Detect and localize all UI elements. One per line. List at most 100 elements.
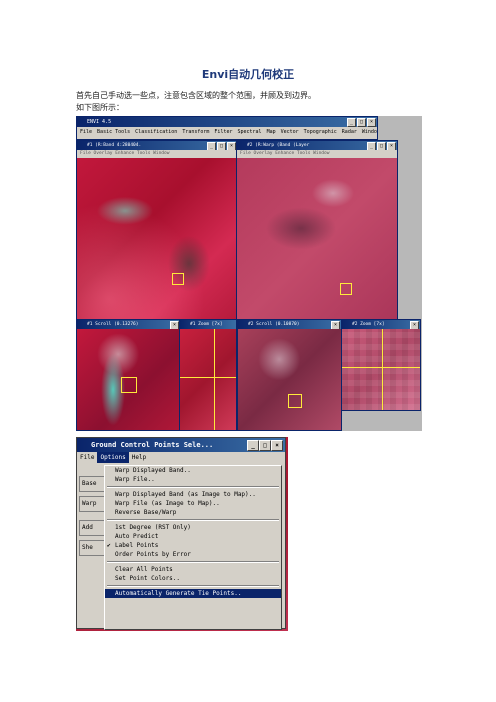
close-icon[interactable]: ×	[367, 118, 376, 127]
options-menu-item[interactable]: Order Points by Error	[105, 550, 281, 559]
menu-separator	[107, 585, 279, 587]
gcp-screenshot: Ground Control Points Sele... _ □ × File…	[76, 437, 288, 631]
options-menu-label: Warp File..	[115, 476, 155, 483]
maximize-icon[interactable]: □	[217, 142, 226, 150]
options-menu-item[interactable]: ✔ Label Points	[105, 541, 281, 550]
zoom2-title: #2 Zoom [7x]	[352, 322, 385, 327]
gcp-menu-bar: File Options Help	[77, 452, 285, 463]
zoom-box[interactable]	[121, 377, 137, 393]
zoom-box[interactable]	[340, 283, 352, 295]
options-menu-item[interactable]: Automatically Generate Tie Points..	[105, 589, 281, 598]
menu-help[interactable]: Help	[129, 452, 149, 463]
zoom1-window: #1 Zoom [7x]	[179, 319, 237, 431]
options-menu-item[interactable]: Auto Predict	[105, 532, 281, 541]
options-menu-label: Order Points by Error	[115, 551, 191, 558]
options-menu-label: Set Point Colors..	[115, 575, 181, 582]
crosshair-horizontal	[342, 367, 420, 368]
gcp-title: Ground Control Points Sele...	[91, 441, 214, 449]
display1-image-window: #1 (R:Band 4:280404. _ □ × File Overlay En…	[76, 140, 238, 335]
display1-menu: File Overlay Enhance Tools Window	[80, 151, 170, 156]
options-menu-label: Clear All Points	[115, 566, 173, 573]
options-menu-label: 1st Degree (RST Only)	[115, 524, 191, 531]
close-icon[interactable]: ×	[387, 142, 396, 150]
options-menu-item[interactable]: Warp File..	[105, 475, 281, 484]
envi-screenshot: ENVI 4.5 _ □ × File Basic Tools Classificati…	[76, 116, 422, 431]
zoom1-title: #1 Zoom [7x]	[190, 322, 223, 327]
envi-menu-item[interactable]: Vector	[281, 129, 299, 135]
gcp-title-bar: Ground Control Points Sele... _ □ ×	[77, 438, 285, 452]
maximize-icon[interactable]: □	[377, 142, 386, 150]
options-dropdown-menu: Warp Displayed Band.. Warp File.. Warp Dis…	[104, 465, 282, 630]
close-icon[interactable]: ×	[410, 321, 419, 329]
satellite-image[interactable]	[77, 158, 237, 334]
envi-menu-item[interactable]: File	[80, 129, 92, 135]
satellite-image[interactable]	[77, 329, 180, 430]
zoomed-image[interactable]	[342, 329, 420, 410]
display2-title: #2 (R:Warp (Band (Layer	[247, 143, 310, 148]
satellite-image[interactable]	[238, 329, 341, 430]
envi-menu-bar: File Basic Tools Classification Transform Fi…	[77, 127, 377, 137]
display1-title: #1 (R:Band 4:280404.	[87, 143, 142, 148]
minimize-icon[interactable]: _	[347, 118, 356, 127]
crosshair-horizontal	[180, 377, 236, 378]
envi-menu-item[interactable]: Classification	[135, 129, 177, 135]
envi-title-bar: ENVI 4.5 _ □ ×	[77, 117, 377, 127]
menu-separator	[107, 561, 279, 563]
envi-menu-item[interactable]: Window	[362, 129, 377, 135]
options-menu-label: Auto Predict	[115, 533, 159, 540]
envi-menu-item[interactable]: Map	[267, 129, 276, 135]
close-icon[interactable]: ×	[331, 321, 340, 329]
zoomed-image[interactable]	[180, 329, 236, 430]
options-menu-item[interactable]: Set Point Colors..	[105, 574, 281, 583]
envi-menu-item[interactable]: Filter	[214, 129, 232, 135]
close-icon[interactable]: ×	[170, 321, 179, 329]
zoom-box[interactable]	[288, 394, 302, 408]
scroll2-title: #2 Scroll (0.10870)	[248, 322, 300, 327]
envi-menu-item[interactable]: Transform	[182, 129, 209, 135]
options-menu-item[interactable]: Warp File (as Image to Map)..	[105, 499, 281, 508]
options-menu-item[interactable]: Reverse Base/Warp	[105, 508, 281, 517]
options-menu-item[interactable]: Clear All Points	[105, 565, 281, 574]
minimize-icon[interactable]: _	[247, 440, 259, 451]
display2-menu: File Overlay Enhance Tools Window	[240, 151, 330, 156]
zoom2-window: #2 Zoom [7x] ×	[341, 319, 421, 411]
options-menu-label: Warp File (as Image to Map)..	[115, 500, 220, 507]
envi-menu-item[interactable]: Basic Tools	[97, 129, 130, 135]
envi-menu-item[interactable]: Topographic	[304, 129, 337, 135]
menu-file[interactable]: File	[77, 452, 97, 463]
satellite-image[interactable]	[237, 158, 397, 334]
close-icon[interactable]: ×	[271, 440, 283, 451]
display2-image-window: #2 (R:Warp (Band (Layer _ □ × File Overlay…	[236, 140, 398, 335]
zoom-box[interactable]	[172, 273, 184, 285]
scroll2-window: #2 Scroll (0.10870) ×	[237, 319, 342, 431]
menu-options[interactable]: Options	[97, 452, 129, 463]
options-menu-item[interactable]: Warp Displayed Band..	[105, 466, 281, 475]
checkmark-icon: ✔	[107, 542, 111, 549]
options-menu-label: Warp Displayed Band..	[115, 467, 191, 474]
options-menu-label: Label Points	[115, 542, 159, 549]
scroll1-window: #1 Scroll (0.13276) ×	[76, 319, 181, 431]
options-menu-label: Warp Displayed Band (as Image to Map)..	[115, 491, 256, 498]
envi-main-window: ENVI 4.5 _ □ × File Basic Tools Classificati…	[76, 116, 378, 140]
maximize-icon[interactable]: □	[357, 118, 366, 127]
minimize-icon[interactable]: _	[367, 142, 376, 150]
envi-menu-item[interactable]: Radar	[342, 129, 357, 135]
page-title: Envi自动几何校正	[201, 68, 295, 81]
crosshair-vertical	[214, 329, 215, 430]
envi-menu-item[interactable]: Spectral	[237, 129, 261, 135]
paragraph-caption: 如下图所示：	[76, 103, 124, 112]
gcp-dialog: Ground Control Points Sele... _ □ × File…	[76, 437, 286, 630]
paragraph-instruction: 首先自己手动选一些点，注意包含区域的整个范围，并顾及到边界。	[76, 91, 316, 100]
close-icon[interactable]: ×	[227, 142, 236, 150]
options-menu-item[interactable]: Warp Displayed Band (as Image to Map)..	[105, 490, 281, 499]
options-menu-label: Reverse Base/Warp	[115, 509, 177, 516]
minimize-icon[interactable]: _	[207, 142, 216, 150]
envi-title: ENVI 4.5	[87, 119, 112, 125]
options-menu-item[interactable]: 1st Degree (RST Only)	[105, 523, 281, 532]
options-menu-label: Automatically Generate Tie Points..	[115, 590, 242, 597]
menu-separator	[107, 486, 279, 488]
maximize-icon[interactable]: □	[259, 440, 271, 451]
scroll1-title: #1 Scroll (0.13276)	[87, 322, 139, 327]
crosshair-vertical	[382, 329, 383, 410]
menu-separator	[107, 519, 279, 521]
